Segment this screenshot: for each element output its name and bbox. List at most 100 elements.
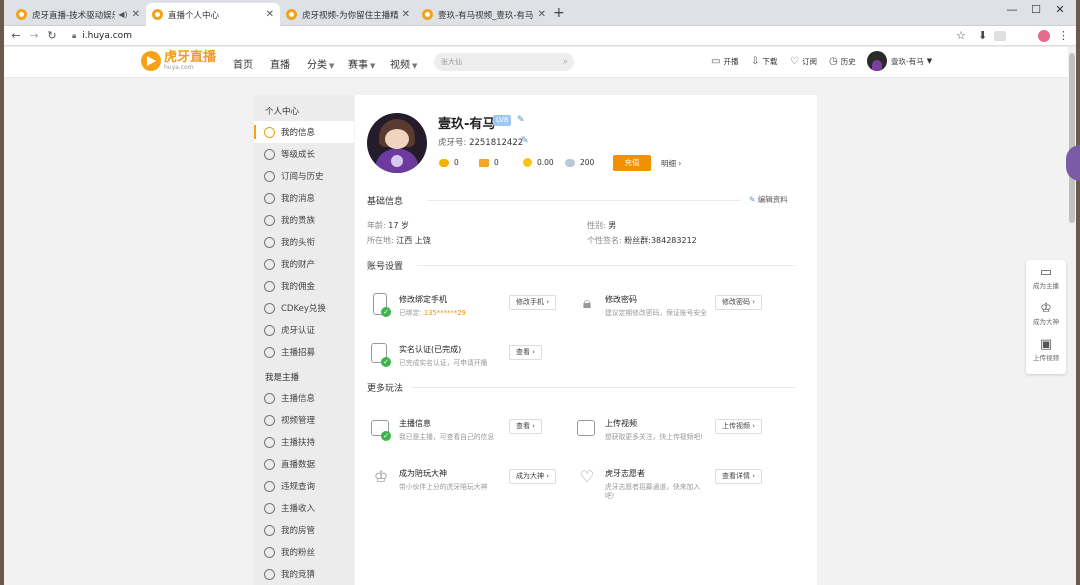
speaker-icon[interactable]: ◀) — [118, 10, 127, 19]
nav-events[interactable]: 赛事 ▼ — [348, 56, 375, 71]
desktop-widget-icon — [1066, 145, 1080, 181]
detail-link[interactable]: 明细 › — [661, 158, 681, 169]
sidebar-group-title: 我是主播 — [265, 373, 300, 383]
anchor-desc: 我已是主播，可查看自己的信息 — [399, 433, 495, 441]
search-icon[interactable]: ⌕ — [563, 53, 568, 71]
avatar[interactable] — [367, 113, 427, 173]
sidebar-item-anchor-info[interactable]: 主播信息 — [254, 387, 354, 409]
section-title-basic: 基础信息 — [367, 197, 404, 207]
history-button[interactable]: ◷ 历史 — [829, 56, 856, 67]
maximize-button[interactable]: ☐ — [1024, 3, 1048, 16]
real-name-title: 实名认证(已完成) — [399, 345, 462, 354]
user-menu[interactable]: 壹玖-有马 ▼ — [867, 51, 932, 71]
become-god-float-button[interactable]: ♔ 成为大神 — [1026, 296, 1066, 332]
signature-value: 粉丝群:384283212 — [624, 236, 697, 245]
change-phone-button[interactable]: 修改手机 › — [509, 295, 557, 310]
download-icon[interactable]: ⬇ — [978, 29, 987, 42]
phone-desc: 已绑定: 135******29 — [399, 307, 466, 317]
huya-favicon — [152, 9, 163, 20]
sidebar-item-subscriptions[interactable]: 订阅与历史 — [254, 165, 354, 187]
tab-title: 虎牙视频-为你留住主播精彩时刻 — [302, 10, 398, 21]
sidebar-item-titles[interactable]: 我的头衔 — [254, 231, 354, 253]
sidebar-item-label: 主播收入 — [281, 504, 316, 514]
sidebar-item-recruit[interactable]: 主播招募 — [254, 341, 354, 363]
back-icon[interactable]: ← — [7, 29, 25, 42]
tab-huya-home[interactable]: 虎牙直播-技术驱动娱乐-弹幕式互动直播平台 ◀) ✕ — [10, 3, 146, 26]
page-scrollbar[interactable] — [1068, 47, 1076, 585]
menu-icon[interactable]: ⋮ — [1058, 29, 1069, 42]
profile-avatar-icon[interactable] — [1038, 30, 1050, 42]
upload-video-button[interactable]: 上传视频 › — [715, 419, 763, 434]
sidebar-item-level[interactable]: 等级成长 — [254, 143, 354, 165]
search-input[interactable]: 张大仙 ⌕ — [434, 53, 574, 71]
sidebar-item-support[interactable]: 主播扶持 — [254, 431, 354, 453]
age-value: 17 岁 — [388, 221, 409, 230]
volunteer-detail-button[interactable]: 查看详情 › — [715, 469, 763, 484]
sidebar-item-nobility[interactable]: 我的贵族 — [254, 209, 354, 231]
subscribe-button[interactable]: ♡ 订阅 — [790, 56, 817, 67]
sidebar-item-guess[interactable]: 我的竞猜 — [254, 563, 354, 585]
become-anchor-button[interactable]: ▭ 成为主播 — [1026, 260, 1066, 296]
upload-video-float-button[interactable]: ▣ 上传视频 — [1026, 332, 1066, 368]
download-button[interactable]: ⇩ 下载 — [751, 56, 777, 67]
bookmark-star-icon[interactable]: ☆ — [956, 29, 966, 42]
heart-icon: ♡ — [577, 467, 597, 489]
sidebar-item-violations[interactable]: 违规查询 — [254, 475, 354, 497]
reload-icon[interactable]: ↻ — [43, 29, 61, 42]
sidebar-item-fans[interactable]: 我的粉丝 — [254, 541, 354, 563]
tab-personal-center[interactable]: 直播个人中心 ✕ — [146, 3, 280, 26]
nav-live[interactable]: 直播 — [270, 56, 290, 71]
check-icon: ✓ — [381, 307, 391, 317]
nav-video[interactable]: 视频 ▼ — [390, 56, 417, 71]
god-desc: 带小伙伴上分的虎牙陪玩大神 — [399, 483, 488, 491]
window-close-button[interactable]: ✕ — [1048, 3, 1072, 16]
shuffle-icon — [264, 302, 275, 314]
sidebar-item-my-info[interactable]: 我的信息 — [254, 121, 354, 143]
sidebar-item-room-admin[interactable]: 我的房管 — [254, 519, 354, 541]
phone-desc-prefix: 已绑定: — [399, 309, 422, 317]
sidebar-item-assets[interactable]: 我的财产 — [254, 253, 354, 275]
logo-name: 虎牙直播 — [164, 50, 217, 65]
upload-video-card: 上传视频 想获取更多关注，快上传视频吧! 上传视频 › — [577, 417, 767, 443]
huya-logo[interactable]: 虎牙直播 huya.com — [141, 51, 216, 71]
edit-profile-button[interactable]: ✎ 编辑资料 — [749, 194, 788, 205]
close-icon[interactable]: ✕ — [402, 9, 410, 20]
nav-home[interactable]: 首页 — [233, 56, 253, 71]
edit-pen-icon[interactable]: ✎ — [517, 115, 525, 125]
play-god-card: ♔ 成为陪玩大神 带小伙伴上分的虎牙陪玩大神 成为大神 › — [371, 467, 561, 493]
close-icon[interactable]: ✕ — [266, 9, 274, 20]
gold-bean-icon — [439, 158, 449, 167]
tab-youma-video[interactable]: 壹玖-有马视频_壹玖-有马直播视频 ✕ — [416, 3, 552, 26]
nav-label: 首页 — [233, 60, 253, 71]
section-title-more: 更多玩法 — [367, 384, 404, 394]
new-tab-button[interactable]: + — [553, 4, 565, 22]
action-label: 订阅 — [801, 57, 817, 66]
sidebar-item-messages[interactable]: 我的消息 — [254, 187, 354, 209]
close-icon[interactable]: ✕ — [132, 9, 140, 20]
sidebar-item-video-manage[interactable]: 视频管理 — [254, 409, 354, 431]
video-upload-icon: ▣ — [1039, 337, 1053, 352]
scrollbar-thumb[interactable] — [1069, 53, 1075, 223]
nav-category[interactable]: 分类 ▼ — [307, 56, 334, 71]
minimize-button[interactable]: — — [1000, 3, 1024, 16]
sidebar-item-commission[interactable]: 我的佣金 — [254, 275, 354, 297]
forward-icon[interactable]: → — [25, 29, 43, 42]
sidebar-item-stream-data[interactable]: 直播数据 — [254, 453, 354, 475]
change-password-button[interactable]: 修改密码 › — [715, 295, 763, 310]
view-anchor-button[interactable]: 查看 › — [509, 419, 543, 434]
sidebar-item-cdkey[interactable]: CDKey兑换 — [254, 297, 354, 319]
tab-huya-video[interactable]: 虎牙视频-为你留住主播精彩时刻 ✕ — [280, 3, 416, 26]
sidebar-item-income[interactable]: 主播收入 — [254, 497, 354, 519]
password-setting: 🔒︎ 修改密码 建议定期修改密码，保证账号安全 修改密码 › — [577, 293, 767, 319]
signature-label: 个性签名: — [587, 236, 622, 245]
recharge-button[interactable]: 充值 — [613, 155, 651, 171]
view-real-name-button[interactable]: 查看 › — [509, 345, 543, 360]
address-bar[interactable]: 🔒︎ i.huya.com — [66, 28, 946, 44]
start-stream-button[interactable]: ▭ 开播 — [711, 56, 738, 67]
phone-title: 修改绑定手机 — [399, 295, 447, 304]
close-icon[interactable]: ✕ — [538, 9, 546, 20]
sidebar-item-verify[interactable]: 虎牙认证 — [254, 319, 354, 341]
become-god-button[interactable]: 成为大神 › — [509, 469, 557, 484]
edit-pen-icon[interactable]: ✎ — [521, 136, 529, 146]
extension-icon[interactable] — [994, 31, 1006, 41]
